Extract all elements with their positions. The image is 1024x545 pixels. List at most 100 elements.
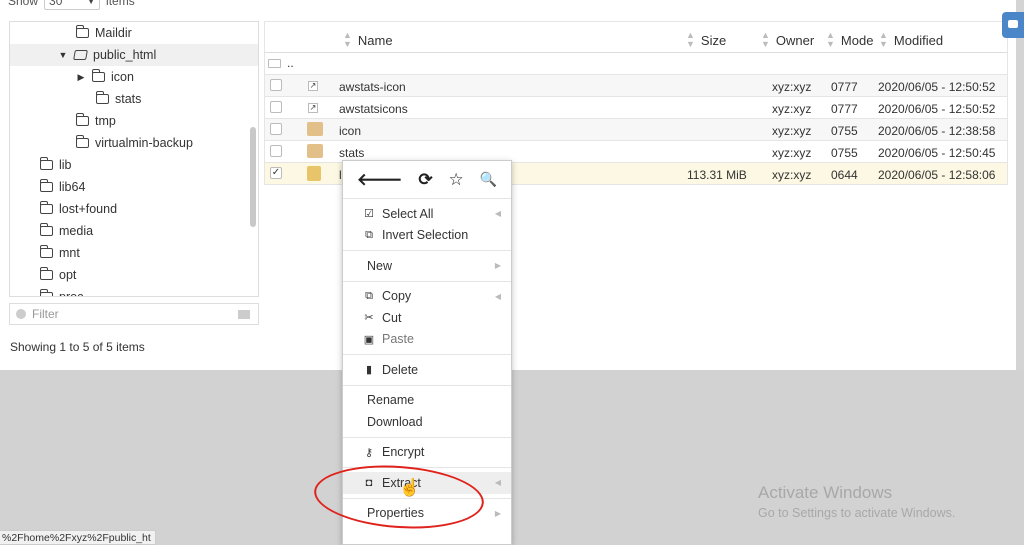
submenu-arrow-icon: ◀ — [494, 209, 501, 219]
chat-icon[interactable] — [1002, 12, 1024, 38]
page-size-select[interactable]: 30 ▼ — [44, 0, 101, 10]
file-mode: 0777 — [831, 102, 858, 116]
tree-item-media[interactable]: media — [40, 220, 93, 242]
folder-icon — [307, 144, 323, 158]
file-name[interactable]: icon — [339, 124, 361, 138]
table-row[interactable]: ↗ awstatsicons xyz:xyz 0777 2020/06/05 -… — [264, 97, 1008, 119]
menu-divider — [343, 384, 511, 386]
file-owner: xyz:xyz — [772, 168, 812, 182]
tree-item-mnt[interactable]: mnt — [40, 242, 80, 264]
tree-filter-input[interactable]: Filter — [9, 303, 259, 325]
tree-item-label: icon — [111, 70, 134, 84]
tree-item-stats[interactable]: stats — [96, 88, 141, 110]
folder-icon — [76, 113, 89, 126]
page-size-value: 30 — [49, 0, 63, 8]
row-checkbox[interactable] — [270, 145, 282, 157]
search-icon[interactable]: 🔍 — [480, 171, 497, 188]
menu-item-label: Invert Selection — [382, 228, 469, 243]
file-mode: 0755 — [831, 124, 858, 138]
tree-item-icon[interactable]: ▶ icon — [76, 66, 134, 88]
menu-item-copy[interactable]: ⧉ Copy ◀ — [343, 286, 511, 308]
tree-item-public-html[interactable]: ▼ public_html — [10, 44, 258, 66]
symlink-icon: ↗ — [308, 103, 318, 113]
table-header: ▲ ▼ Name ▲ ▼ Size ▲ ▼ Owner ▲ ▼ Mode ▲ ▼ Modi… — [264, 21, 1008, 53]
tree-item-opt[interactable]: opt — [40, 264, 76, 286]
tree-item-maildir[interactable]: Maildir — [76, 22, 132, 44]
sort-icon: ▲ ▼ — [343, 30, 352, 49]
tree-scrollbar[interactable] — [250, 127, 256, 227]
tree-item-label: virtualmin-backup — [95, 136, 193, 150]
column-header-mode[interactable]: ▲ ▼ Mode — [826, 31, 873, 49]
tree-item-label: lost+found — [59, 202, 118, 216]
row-checkbox[interactable] — [270, 101, 282, 113]
column-header-size[interactable]: ▲ ▼ Size — [686, 31, 726, 49]
folder-icon — [96, 91, 109, 104]
menu-item-invert-selection[interactable]: ⧉ Invert Selection — [343, 225, 511, 247]
trash-icon: ▮ — [365, 364, 373, 377]
column-header-modified[interactable]: ▲ ▼ Modified — [879, 31, 943, 49]
folder-icon — [40, 267, 53, 280]
submenu-arrow-icon: ▶ — [494, 261, 501, 271]
sort-icon: ▲ ▼ — [686, 30, 695, 49]
file-name[interactable]: awstats-icon — [339, 80, 406, 94]
column-header-owner[interactable]: ▲ ▼ Owner — [761, 31, 814, 49]
sort-icon: ▲ ▼ — [761, 30, 770, 49]
folder-icon — [76, 135, 89, 148]
folder-icon — [92, 69, 105, 82]
tree-item-label: public_html — [93, 48, 157, 62]
key-icon: ⚷ — [364, 446, 374, 459]
page-size-control: Show 30 ▼ items — [8, 0, 135, 10]
file-mode: 0644 — [831, 168, 858, 182]
column-header-name[interactable]: ▲ ▼ Name — [343, 31, 393, 49]
star-icon[interactable]: ☆ — [448, 170, 463, 190]
tree-item-virtualmin-backup[interactable]: virtualmin-backup — [76, 132, 193, 154]
file-name[interactable]: stats — [339, 146, 364, 160]
menu-item-label: Paste — [382, 332, 414, 347]
file-owner: xyz:xyz — [772, 80, 812, 94]
clear-icon[interactable] — [16, 309, 26, 319]
tree-item-proc[interactable]: proc — [40, 286, 83, 296]
tree-item-lib[interactable]: lib — [40, 154, 72, 176]
menu-item-select-all[interactable]: ☑ Select All ◀ — [343, 203, 511, 225]
table-row-parent[interactable]: .. — [264, 53, 1008, 75]
table-row[interactable]: ↗ awstats-icon xyz:xyz 0777 2020/06/05 -… — [264, 75, 1008, 97]
tree-item-lost-found[interactable]: lost+found — [40, 198, 117, 220]
folder-icon — [40, 201, 53, 214]
folder-icon — [40, 179, 53, 192]
file-modified: 2020/06/05 - 12:58:06 — [878, 168, 996, 182]
menu-item-label: Select All — [382, 206, 434, 221]
row-checkbox[interactable] — [270, 79, 282, 91]
table-row[interactable]: icon xyz:xyz 0755 2020/06/05 - 12:38:58 — [264, 119, 1008, 141]
file-modified: 2020/06/05 - 12:50:45 — [878, 146, 996, 160]
sort-icon: ▲ ▼ — [826, 30, 835, 49]
back-arrow-icon[interactable]: 🡐 — [357, 170, 403, 190]
menu-item-label: Download — [367, 414, 423, 429]
menu-item-label: Rename — [367, 393, 415, 408]
menu-divider — [343, 354, 511, 355]
folder-icon — [307, 122, 323, 136]
chevron-down-icon: ▼ — [87, 0, 96, 6]
folder-icon — [40, 223, 53, 236]
menu-item-label: Delete — [382, 362, 419, 377]
menu-item-paste[interactable]: ▣ Paste — [343, 329, 511, 351]
copy-icon: ⧉ — [365, 289, 373, 302]
file-name[interactable]: awstatsicons — [339, 102, 408, 116]
menu-item-cut[interactable]: ✂ Cut — [343, 307, 511, 329]
menu-item-delete[interactable]: ▮ Delete — [343, 359, 511, 381]
file-mode: 0755 — [831, 146, 858, 160]
folder-icon — [40, 289, 53, 296]
row-checkbox-checked[interactable]: ✓ — [270, 167, 282, 179]
tree-item-lib64[interactable]: lib64 — [40, 176, 85, 198]
checkbox-icon: ☑ — [364, 208, 374, 221]
tree-item-label: tmp — [95, 114, 116, 128]
row-checkbox[interactable] — [270, 123, 282, 135]
menu-item-rename[interactable]: Rename — [343, 390, 511, 412]
parent-dir-label: .. — [287, 56, 294, 70]
tree-item-tmp[interactable]: tmp — [76, 110, 116, 132]
menu-item-new[interactable]: New ▶ — [343, 255, 511, 277]
refresh-icon[interactable]: ⟳ — [418, 170, 432, 190]
menu-item-encrypt[interactable]: ⚷ Encrypt — [343, 442, 511, 464]
symlink-icon: ↗ — [308, 81, 318, 91]
menu-item-download[interactable]: Download — [343, 411, 511, 433]
filter-placeholder: Filter — [32, 307, 59, 321]
